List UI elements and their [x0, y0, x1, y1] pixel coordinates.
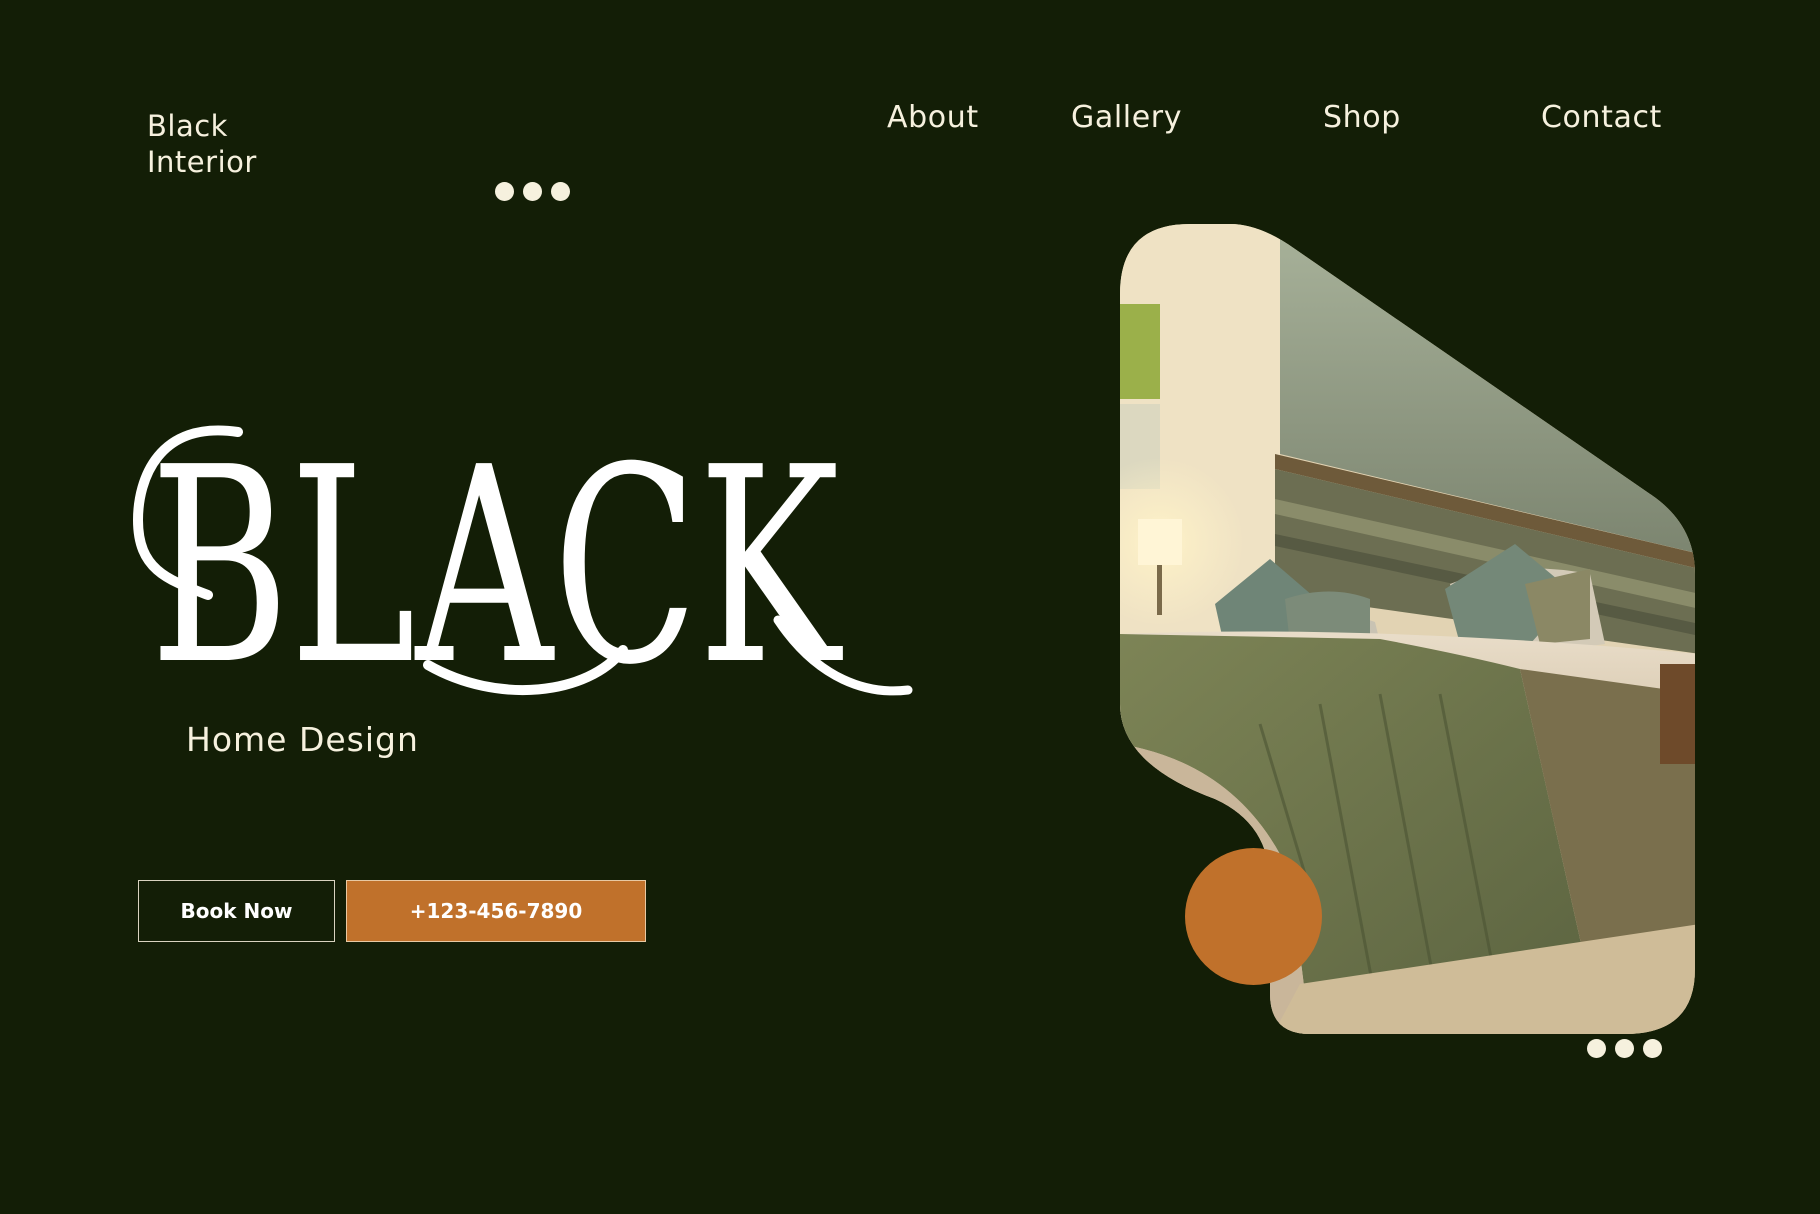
book-now-button[interactable]: Book Now [138, 880, 335, 942]
nav-link-contact[interactable]: Contact [1541, 100, 1662, 135]
phone-button[interactable]: +123-456-7890 [346, 880, 646, 942]
decorative-orange-circle [1185, 848, 1322, 985]
hero-title: BLACK [132, 409, 913, 724]
nav-link-shop[interactable]: Shop [1323, 100, 1401, 135]
dot-icon [523, 182, 542, 201]
dot-icon [551, 182, 570, 201]
brand-line-2: Interior [147, 145, 257, 179]
dot-icon [1615, 1039, 1634, 1058]
decorative-dots-top [495, 182, 570, 201]
decorative-dots-bottom [1587, 1039, 1662, 1058]
dot-icon [1587, 1039, 1606, 1058]
nav-link-gallery[interactable]: Gallery [1071, 100, 1182, 135]
dot-icon [1643, 1039, 1662, 1058]
dot-icon [495, 182, 514, 201]
hero-subtitle: Home Design [186, 720, 419, 759]
main-nav: About Gallery Shop Contact [0, 100, 1820, 140]
nav-link-about[interactable]: About [887, 100, 979, 135]
hero-title-text: BLACK [150, 409, 844, 724]
